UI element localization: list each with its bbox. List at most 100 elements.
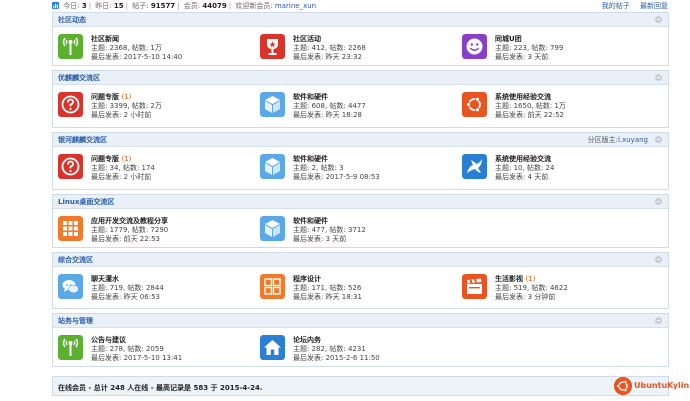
last-post[interactable]: 最后发表: 昨天 23:32 [293,52,362,62]
new-posts-count: (1) [121,93,132,101]
last-post[interactable]: 最后发表: 2 小时前 [91,172,151,182]
cube-icon[interactable] [260,92,285,117]
forum-name-text[interactable]: 论坛内务 [293,336,321,344]
forum-item: 社区新闻 主题: 2368, 帖数: 1万 最后发表: 2017-5-10 14… [58,34,258,64]
collapse-icon[interactable] [655,74,662,81]
forum-item: 应用开发交流及教程分享 主题: 1779, 帖数: 7290 最后发表: 前天 … [58,216,258,246]
collapse-icon[interactable] [655,256,662,263]
forum-section: 社区动态 社区新闻 主题: 2368, 帖数: 1万 最后发表: 2017-5-… [52,12,669,66]
tiles-icon[interactable] [260,274,285,299]
top-links: 我的帖子 最新回复 [594,1,668,11]
last-post[interactable]: 最后发表: 2017-5-10 14:40 [91,52,182,62]
ubuntu-logo-icon [614,377,632,395]
forum-name-text[interactable]: 同城U团 [495,35,522,43]
moderator-link[interactable]: l.xuyang [618,136,648,144]
forum-name-text[interactable]: 软件和硬件 [293,217,328,225]
yesterday-label: 昨日: [95,2,112,10]
last-post[interactable]: 最后发表: 4 天前 [495,172,548,182]
forum-name-text[interactable]: 问题专版 [91,155,119,163]
last-post[interactable]: 最后发表: 2 小时前 [91,110,151,120]
latest-replies-link[interactable]: 最新回复 [640,2,668,10]
my-posts-link[interactable]: 我的帖子 [602,2,630,10]
members-label: 会员: [183,2,201,10]
last-post[interactable]: 最后发表: 2017-5-9 08:53 [293,172,380,182]
forum-name-text[interactable]: 社区活动 [293,35,321,43]
trophy-icon[interactable] [260,34,285,59]
last-post[interactable]: 最后发表: 昨天 06:53 [91,292,160,302]
forum-item: 论坛内务 主题: 282, 帖数: 4231 最后发表: 2015-2-6 11… [260,335,460,365]
forum-name-text[interactable]: 软件和硬件 [293,155,328,163]
question-icon[interactable] [58,92,83,117]
kylin-icon[interactable] [462,154,487,179]
section-title[interactable]: 优麒麟交流区 [58,73,100,83]
last-post[interactable]: 最后发表: 前天 22:53 [91,234,160,244]
cube-icon[interactable] [260,154,285,179]
last-post[interactable]: 最后发表: 3 天前 [495,52,548,62]
forum-name-text[interactable]: 系统使用经验交流 [495,155,551,163]
last-post[interactable]: 最后发表: 昨天 18:28 [293,110,362,120]
antenna-icon[interactable] [58,335,83,360]
forum-item: 软件和硬件 主题: 608, 帖数: 4477 最后发表: 昨天 18:28 [260,92,460,122]
collapse-icon[interactable] [655,16,662,23]
section-header: 社区动态 [53,13,668,27]
online-members-bar: 在线会员 - 总计 248 人在线 - 最高记录是 583 于 2015-4-2… [52,376,669,396]
section-header: 银河麒麟交流区 分区版主:l.xuyang [53,133,668,147]
today-count: 3 [81,2,87,10]
welcome-label: 欢迎新会员: [235,2,273,10]
forum-name-text[interactable]: 聊天灌水 [91,275,119,283]
forum-item: 社区活动 主题: 412, 帖数: 2268 最后发表: 昨天 23:32 [260,34,460,64]
antenna-icon[interactable] [58,34,83,59]
section-header: Linux桌面交流区 [53,195,668,209]
online-summary: 在线会员 - 总计 248 人在线 - 最高记录是 583 于 2015-4-2… [58,384,263,392]
forum-name-text[interactable]: 公告与建议 [91,336,126,344]
forum-item: 系统使用经验交流 主题: 10, 帖数: 24 最后发表: 4 天前 [462,154,662,184]
last-post[interactable]: 最后发表: 昨天 18:31 [293,292,362,302]
section-title[interactable]: 银河麒麟交流区 [58,135,107,145]
forum-item: 生活影视 (1) 主题: 519, 帖数: 4622 最后发表: 3 分钟前 [462,274,662,304]
section-title[interactable]: Linux桌面交流区 [58,197,114,207]
collapse-icon[interactable] [655,198,662,205]
grid-icon[interactable] [58,216,83,241]
section-title[interactable]: 社区动态 [58,15,86,25]
forum-section: 综合交流区 聊天灌水 主题: 719, 帖数: 2844 最后发表: 昨天 06… [52,252,669,309]
last-post[interactable]: 最后发表: 前天 22:52 [495,110,564,120]
section-title[interactable]: 综合交流区 [58,255,93,265]
forum-section: Linux桌面交流区 应用开发交流及教程分享 主题: 1779, 帖数: 729… [52,194,669,248]
brand-name: UbuntuKylin [634,381,690,390]
forum-name-text[interactable]: 生活影视 [495,275,523,283]
section-header: 综合交流区 [53,253,668,267]
section-header: 站务与管理 [53,314,668,328]
forum-name-text[interactable]: 应用开发交流及教程分享 [91,217,168,225]
newest-member-link[interactable]: marine_xun [275,2,316,10]
home-icon[interactable] [260,335,285,360]
forum-name-text[interactable]: 问题专版 [91,93,119,101]
section-moderators: 分区版主:l.xuyang [588,135,648,145]
section-title[interactable]: 站务与管理 [58,316,93,326]
forum-stats: 今日: 3 | 昨日: 15 | 帖子: 91577 | 会员: 44079 | 欢迎新… [52,1,316,11]
forum-name-text[interactable]: 社区新闻 [91,35,119,43]
chat-icon[interactable] [58,274,83,299]
forum-item: 问题专版 (1) 主题: 3399, 帖数: 2万 最后发表: 2 小时前 [58,92,258,122]
film-icon[interactable] [462,274,487,299]
forum-item: 同城U团 主题: 223, 帖数: 799 最后发表: 3 天前 [462,34,662,64]
smiley-icon[interactable] [462,34,487,59]
ubuntu-icon[interactable] [462,92,487,117]
section-header: 优麒麟交流区 [53,71,668,85]
collapse-icon[interactable] [655,317,662,324]
members-count: 44079 [202,2,227,10]
forum-item: 聊天灌水 主题: 719, 帖数: 2844 最后发表: 昨天 06:53 [58,274,258,304]
posts-count: 91577 [150,2,176,10]
yesterday-count: 15 [113,2,124,10]
forum-name-text[interactable]: 程序设计 [293,275,321,283]
forum-name-text[interactable]: 软件和硬件 [293,93,328,101]
cube-icon[interactable] [260,216,285,241]
forum-name-text[interactable]: 系统使用经验交流 [495,93,551,101]
last-post[interactable]: 最后发表: 2015-2-6 11:50 [293,353,380,363]
last-post[interactable]: 最后发表: 3 天前 [293,234,346,244]
forum-section: 银河麒麟交流区 分区版主:l.xuyang 问题专版 (1) 主题: 34, 帖… [52,132,669,190]
last-post[interactable]: 最后发表: 3 分钟前 [495,292,555,302]
collapse-icon[interactable] [655,136,662,143]
question-icon[interactable] [58,154,83,179]
last-post[interactable]: 最后发表: 2017-5-10 13:41 [91,353,182,363]
today-label: 今日: [63,2,80,10]
